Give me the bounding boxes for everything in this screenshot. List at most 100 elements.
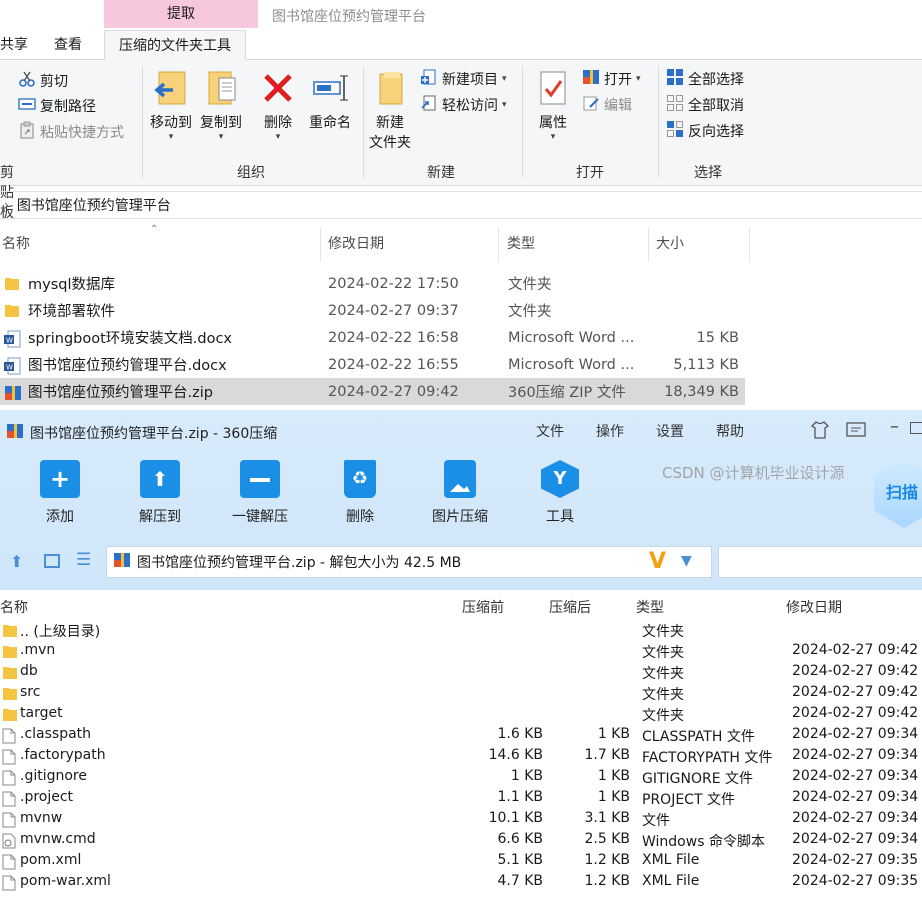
- window-title: 图书馆座位预约管理平台: [272, 9, 426, 25]
- zip-column-header-compressed[interactable]: 压缩前: [462, 597, 504, 617]
- zip-table-row[interactable]: target 文件夹 2024-02-27 09:42: [0, 704, 922, 725]
- menu-settings[interactable]: 设置: [656, 421, 684, 441]
- zip-path-bar[interactable]: 图书馆座位预约管理平台.zip - 解包大小为 42.5 MB V ▼: [106, 546, 712, 578]
- new-item-button[interactable]: 新建项目 ▾: [420, 68, 507, 90]
- paste-shortcut-button[interactable]: 粘贴快捷方式: [18, 121, 124, 143]
- column-divider[interactable]: [320, 228, 321, 262]
- zip-table-row[interactable]: src 文件夹 2024-02-27 09:42: [0, 683, 922, 704]
- menu-action[interactable]: 操作: [596, 421, 624, 441]
- select-none-button[interactable]: 全部取消: [666, 94, 744, 116]
- zip-table-row[interactable]: .project 1.1 KB 1 KB PROJECT 文件 2024-02-27 0…: [0, 788, 922, 809]
- zip-entry-type: GITIGNORE 文件: [642, 771, 754, 787]
- zip-delete-button[interactable]: ♻ 删除: [325, 460, 395, 526]
- zip-table-row[interactable]: .mvn 文件夹 2024-02-27 09:42: [0, 641, 922, 662]
- edit-label: 编辑: [604, 98, 632, 114]
- tab-compressed-folder-tools[interactable]: 压缩的文件夹工具: [104, 30, 246, 61]
- file-row[interactable]: Wspringboot环境安装文档.docx 2024-02-22 16:58 Mi…: [0, 324, 745, 351]
- select-all-button[interactable]: 全部选择: [666, 68, 744, 90]
- open-button[interactable]: 打开 ▾: [582, 68, 641, 90]
- image-compress-button[interactable]: 图片压缩: [425, 460, 495, 526]
- column-divider[interactable]: [648, 228, 649, 262]
- add-button[interactable]: + 添加: [25, 460, 95, 526]
- zip-entry-compressed: 6.6 KB: [497, 831, 544, 847]
- column-header-date[interactable]: 修改日期: [328, 226, 384, 262]
- zip-table-row[interactable]: db 文件夹 2024-02-27 09:42: [0, 662, 922, 683]
- file-row[interactable]: 图书馆座位预约管理平台.zip 2024-02-27 09:42 360压缩 ZIP…: [0, 378, 745, 405]
- zip-table-row[interactable]: mvnw 10.1 KB 3.1 KB 文件 2024-02-27 09:34: [0, 809, 922, 830]
- address-bar[interactable]: › 图书馆座位预约管理平台: [0, 191, 922, 219]
- zip-column-header-original[interactable]: 压缩后: [549, 597, 591, 617]
- file-row[interactable]: mysql数据库 2024-02-22 17:50 文件夹: [0, 270, 745, 297]
- move-to-button[interactable]: 移动到 ▾: [146, 68, 196, 142]
- minimize-icon[interactable]: –: [890, 416, 899, 437]
- zip-entry-name: mvnw: [20, 810, 63, 826]
- v-logo-icon[interactable]: V: [649, 549, 666, 574]
- invert-selection-button[interactable]: 反向选择: [666, 120, 744, 142]
- folder-icon: [2, 623, 18, 643]
- thumbnail-view-icon[interactable]: [44, 554, 60, 568]
- zip-table-row[interactable]: .. (上级目录) 文件夹: [0, 620, 922, 641]
- copy-to-button[interactable]: 复制到 ▾: [196, 68, 246, 142]
- edit-button[interactable]: 编辑: [582, 94, 632, 116]
- properties-button[interactable]: 属性 ▾: [530, 68, 576, 142]
- zip-entry-name: mvnw.cmd: [20, 831, 96, 847]
- cut-label: 剪切: [40, 74, 68, 90]
- zip-table-row[interactable]: mvnw.cmd 6.6 KB 2.5 KB Windows 命令脚本 2024-02-…: [0, 830, 922, 851]
- file-type: Microsoft Word ...: [508, 329, 635, 346]
- column-header-size[interactable]: 大小: [656, 226, 684, 262]
- zip-table-row[interactable]: .factorypath 14.6 KB 1.7 KB FACTORYPATH 文件 2…: [0, 746, 922, 767]
- delete-button[interactable]: 删除 ▾: [258, 68, 298, 142]
- column-header-name[interactable]: 名称: [2, 226, 30, 262]
- zip-column-header-date[interactable]: 修改日期: [786, 597, 842, 617]
- one-click-extract-button[interactable]: 一键解压: [225, 460, 295, 526]
- zip-column-header-name[interactable]: 名称: [0, 597, 28, 617]
- zip-search-input[interactable]: [718, 546, 922, 578]
- cut-button[interactable]: 剪切: [18, 70, 68, 92]
- zip-table-row[interactable]: .classpath 1.6 KB 1 KB CLASSPATH 文件 2024-02-…: [0, 725, 922, 746]
- zip-entry-type: CLASSPATH 文件: [642, 729, 755, 745]
- zip-entry-name: db: [20, 663, 38, 679]
- column-divider[interactable]: [498, 228, 499, 262]
- new-folder-button[interactable]: 新建 文件夹: [366, 68, 414, 152]
- tab-share[interactable]: 共享: [0, 30, 28, 60]
- chevron-down-icon: ▾: [275, 132, 281, 142]
- add-folder-icon: +: [40, 460, 80, 498]
- zip-entry-type: PROJECT 文件: [642, 792, 735, 808]
- zip-column-header-type[interactable]: 类型: [636, 597, 664, 617]
- column-divider[interactable]: [749, 228, 750, 262]
- file-row[interactable]: 环境部署软件 2024-02-27 09:37 文件夹: [0, 297, 745, 324]
- tools-button[interactable]: Y 工具: [525, 460, 595, 526]
- zip-entry-type: 文件夹: [642, 645, 684, 661]
- copy-path-button[interactable]: 复制路径: [18, 95, 96, 117]
- list-view-icon[interactable]: ☰: [76, 550, 91, 570]
- feedback-icon[interactable]: [846, 421, 866, 443]
- skin-shirt-icon[interactable]: [810, 420, 830, 444]
- zip-entry-name: .factorypath: [20, 747, 106, 763]
- easy-access-button[interactable]: 轻松访问 ▾: [420, 94, 507, 116]
- chevron-down-icon[interactable]: ▼: [681, 553, 692, 569]
- extract-to-button[interactable]: ⬆ 解压到: [125, 460, 195, 526]
- menu-help[interactable]: 帮助: [716, 421, 744, 441]
- file-name: 环境部署软件: [28, 304, 115, 320]
- menu-file[interactable]: 文件: [536, 421, 564, 441]
- maximize-icon[interactable]: [910, 422, 922, 434]
- rename-button[interactable]: 重命名: [304, 68, 356, 132]
- zip-entry-date: 2024-02-27 09:42: [792, 663, 919, 679]
- zip-archive-icon: [6, 422, 24, 444]
- edit-pencil-icon: [582, 94, 600, 116]
- zip-entry-original: 1 KB: [597, 789, 630, 805]
- zip-entry-type: 文件: [642, 813, 670, 829]
- new-item-label: 新建项目: [442, 72, 498, 88]
- file-row[interactable]: W 图书馆座位预约管理平台.docx 2024-02-22 16:55 Microso…: [0, 351, 745, 378]
- zip-table-row[interactable]: pom.xml 5.1 KB 1.2 KB XML File 2024-02-27 09…: [0, 851, 922, 872]
- scan-badge[interactable]: 扫描: [874, 458, 922, 528]
- open-label: 打开: [604, 72, 632, 88]
- up-level-icon[interactable]: ⬆: [10, 552, 23, 571]
- file-icon: [2, 791, 16, 811]
- extract-to-label: 解压到: [139, 509, 181, 525]
- file-size: 5,113 KB: [673, 356, 739, 373]
- zip-table-row[interactable]: pom-war.xml 4.7 KB 1.2 KB XML File 2024-02-2…: [0, 872, 922, 893]
- column-header-type[interactable]: 类型: [507, 226, 535, 262]
- zip-table-row[interactable]: .gitignore 1 KB 1 KB GITIGNORE 文件 2024-02-27…: [0, 767, 922, 788]
- tab-view[interactable]: 查看: [54, 30, 82, 60]
